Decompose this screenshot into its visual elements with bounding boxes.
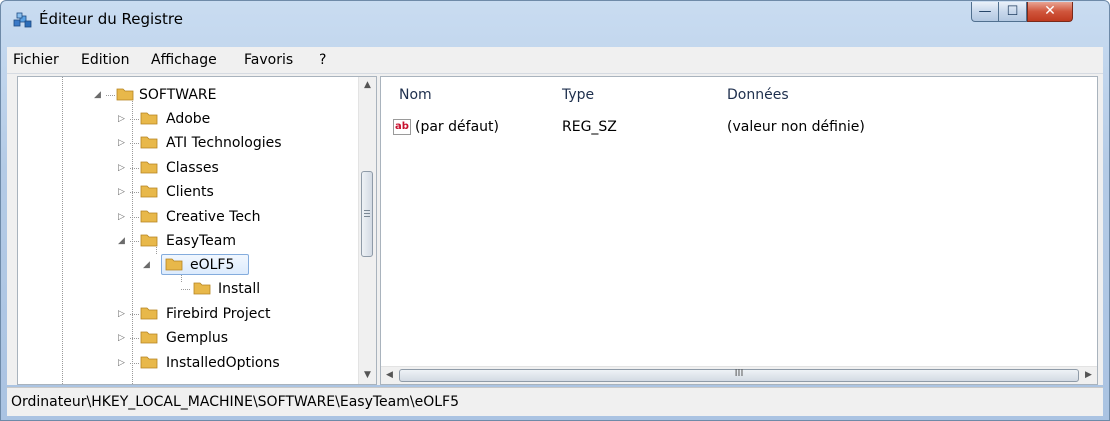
expand-arrow-icon[interactable]: ▷: [118, 351, 125, 375]
tree-line: [130, 192, 140, 193]
registry-editor-window: Éditeur du Registre — ☐ ✕ Fichier Editio…: [0, 0, 1110, 421]
folder-icon: [140, 112, 158, 125]
registry-app-icon: [13, 12, 32, 28]
tree-line: [130, 241, 140, 242]
tree-line: [130, 363, 140, 364]
tree-line: [130, 168, 140, 169]
scrollbar-thumb[interactable]: [361, 171, 373, 257]
scroll-up-arrow-icon[interactable]: ▲: [359, 77, 376, 94]
string-value-icon: ab: [393, 119, 411, 135]
status-bar: Ordinateur\HKEY_LOCAL_MACHINE\SOFTWARE\E…: [7, 387, 1103, 416]
folder-icon: [140, 307, 158, 320]
folder-icon: [140, 161, 158, 174]
expand-arrow-icon[interactable]: ▷: [118, 131, 125, 155]
expand-arrow-icon[interactable]: ▷: [118, 302, 125, 326]
registry-tree[interactable]: ◢ SOFTWARE ▷ Adobe ▷ ATI Technologies ▷ …: [17, 76, 377, 385]
tree-line: [130, 314, 140, 315]
values-list[interactable]: Nom Type Données ab (par défaut) REG_SZ …: [380, 76, 1098, 385]
tree-line: [130, 119, 140, 120]
tree-line: [62, 77, 63, 384]
column-header-type[interactable]: Type: [562, 87, 594, 103]
minimize-icon: —: [978, 4, 992, 19]
scroll-down-arrow-icon[interactable]: ▼: [359, 367, 376, 384]
tree-line: [181, 289, 191, 290]
menu-bar: Fichier Edition Affichage Favoris ?: [7, 47, 1103, 74]
close-button[interactable]: ✕: [1027, 2, 1073, 22]
expand-arrow-icon[interactable]: ▷: [118, 180, 125, 204]
folder-open-icon: [165, 258, 183, 271]
menu-favoris[interactable]: Favoris: [244, 52, 293, 68]
folder-open-icon: [140, 234, 158, 247]
scroll-grip-icon: [364, 210, 370, 211]
collapse-arrow-icon[interactable]: ◢: [94, 83, 101, 107]
scrollbar-thumb[interactable]: III: [399, 368, 1079, 382]
tree-node-label: InstalledOptions: [166, 355, 280, 371]
expand-arrow-icon[interactable]: ▷: [118, 205, 125, 229]
folder-open-icon: [116, 88, 134, 101]
tree-vertical-scrollbar[interactable]: ▲ ▼: [358, 77, 376, 384]
menu-edition[interactable]: Edition: [81, 52, 129, 68]
column-header-nom[interactable]: Nom: [399, 87, 432, 103]
value-name[interactable]: (par défaut): [415, 119, 499, 141]
tree-line: [106, 95, 116, 96]
close-icon: ✕: [1044, 3, 1056, 19]
scroll-grip-icon: [364, 213, 370, 214]
menu-fichier[interactable]: Fichier: [13, 52, 59, 68]
expand-arrow-icon[interactable]: ▷: [118, 156, 125, 180]
client-area: ◢ SOFTWARE ▷ Adobe ▷ ATI Technologies ▷ …: [7, 74, 1103, 385]
tree-node-label: SOFTWARE: [139, 87, 217, 103]
window-title: Éditeur du Registre: [39, 10, 183, 28]
tree-node-label: EasyTeam: [166, 233, 237, 249]
scroll-grip-icon: [364, 216, 370, 217]
scroll-grip-icon: III: [734, 368, 744, 379]
title-bar[interactable]: Éditeur du Registre — ☐ ✕: [1, 1, 1109, 37]
value-data: (valeur non définie): [727, 119, 865, 135]
collapse-arrow-icon[interactable]: ◢: [143, 253, 150, 277]
registry-path: Ordinateur\HKEY_LOCAL_MACHINE\SOFTWARE\E…: [11, 394, 459, 410]
folder-icon: [140, 210, 158, 223]
column-header-donnees[interactable]: Données: [727, 87, 789, 103]
folder-icon: [140, 331, 158, 344]
menu-help[interactable]: ?: [319, 52, 326, 68]
maximize-button[interactable]: ☐: [999, 2, 1027, 22]
scroll-left-arrow-icon[interactable]: ◀: [381, 367, 398, 384]
tree-node-label: eOLF5: [190, 257, 235, 273]
tree-node-label: Gemplus: [166, 330, 229, 346]
collapse-arrow-icon[interactable]: ◢: [118, 229, 125, 253]
tree-line: [130, 217, 140, 218]
folder-icon: [140, 356, 158, 369]
folder-icon: [193, 282, 211, 295]
value-type: REG_SZ: [562, 119, 617, 135]
tree-line: [130, 338, 140, 339]
folder-icon: [140, 185, 158, 198]
tree-node-label: Firebird Project: [166, 306, 271, 322]
expand-arrow-icon[interactable]: ▷: [118, 107, 125, 131]
minimize-button[interactable]: —: [971, 2, 999, 22]
scroll-right-arrow-icon[interactable]: ▶: [1080, 367, 1097, 384]
menu-affichage[interactable]: Affichage: [151, 52, 217, 68]
tree-node-label: Classes: [166, 160, 219, 176]
list-horizontal-scrollbar[interactable]: ◀ III ▶: [381, 366, 1097, 384]
tree-node-label: Install: [218, 281, 261, 297]
tree-node-label: Adobe: [166, 111, 211, 127]
tree-node-label: Clients: [166, 184, 214, 200]
tree-node-label: Creative Tech: [166, 209, 261, 225]
tree-node-label: ATI Technologies: [166, 135, 282, 151]
maximize-icon: ☐: [1006, 4, 1019, 19]
folder-icon: [140, 136, 158, 149]
tree-line: [130, 143, 140, 144]
expand-arrow-icon[interactable]: ▷: [118, 326, 125, 350]
